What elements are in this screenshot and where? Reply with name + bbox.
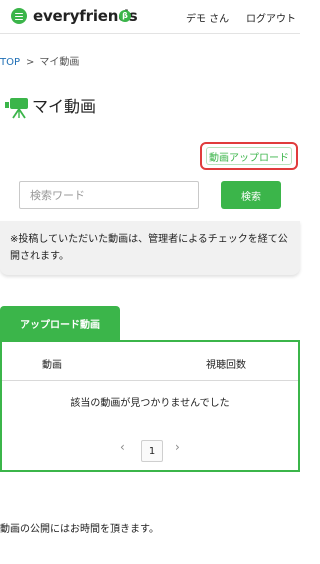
publish-time-note: 動画の公開にはお時間を頂きます。 — [0, 524, 159, 535]
logo-beta-badge: β — [119, 10, 131, 22]
video-upload-button[interactable]: 動画アップロード — [200, 142, 298, 170]
tab-uploaded-videos[interactable]: アップロード動画 — [0, 306, 120, 340]
pagination-next-icon[interactable]: › — [175, 440, 180, 454]
breadcrumb-current: マイ動画 — [39, 57, 80, 68]
breadcrumb: TOP > マイ動画 — [0, 53, 79, 68]
logout-link[interactable]: ログアウト — [246, 10, 296, 25]
column-header-views: 視聴回数 — [206, 360, 246, 371]
user-name[interactable]: デモ さん — [186, 10, 229, 25]
video-camera-icon — [5, 98, 28, 119]
upload-button-inner-border — [206, 147, 292, 165]
search-input[interactable] — [19, 181, 199, 209]
column-header-video: 動画 — [42, 360, 62, 371]
page-title: マイ動画 — [32, 97, 97, 116]
videos-table: 動画 視聴回数 該当の動画が見つかりませんでした ‹ 1 › — [0, 340, 300, 472]
breadcrumb-top-link[interactable]: TOP — [0, 57, 20, 68]
pagination-current-page[interactable]: 1 — [141, 440, 163, 462]
moderation-notice: ※投稿していただいた動画は、管理者によるチェックを経て公開されます。 — [0, 221, 300, 275]
app-header: everyfriends β デモ さん ログアウト — [0, 0, 300, 34]
pagination-prev-icon[interactable]: ‹ — [120, 440, 125, 454]
search-button[interactable]: 検索 — [221, 181, 281, 209]
header-divider — [2, 380, 298, 381]
breadcrumb-separator: > — [26, 57, 35, 68]
empty-table-message: 該当の動画が見つかりませんでした — [70, 398, 230, 409]
hamburger-menu-icon[interactable] — [11, 8, 27, 24]
